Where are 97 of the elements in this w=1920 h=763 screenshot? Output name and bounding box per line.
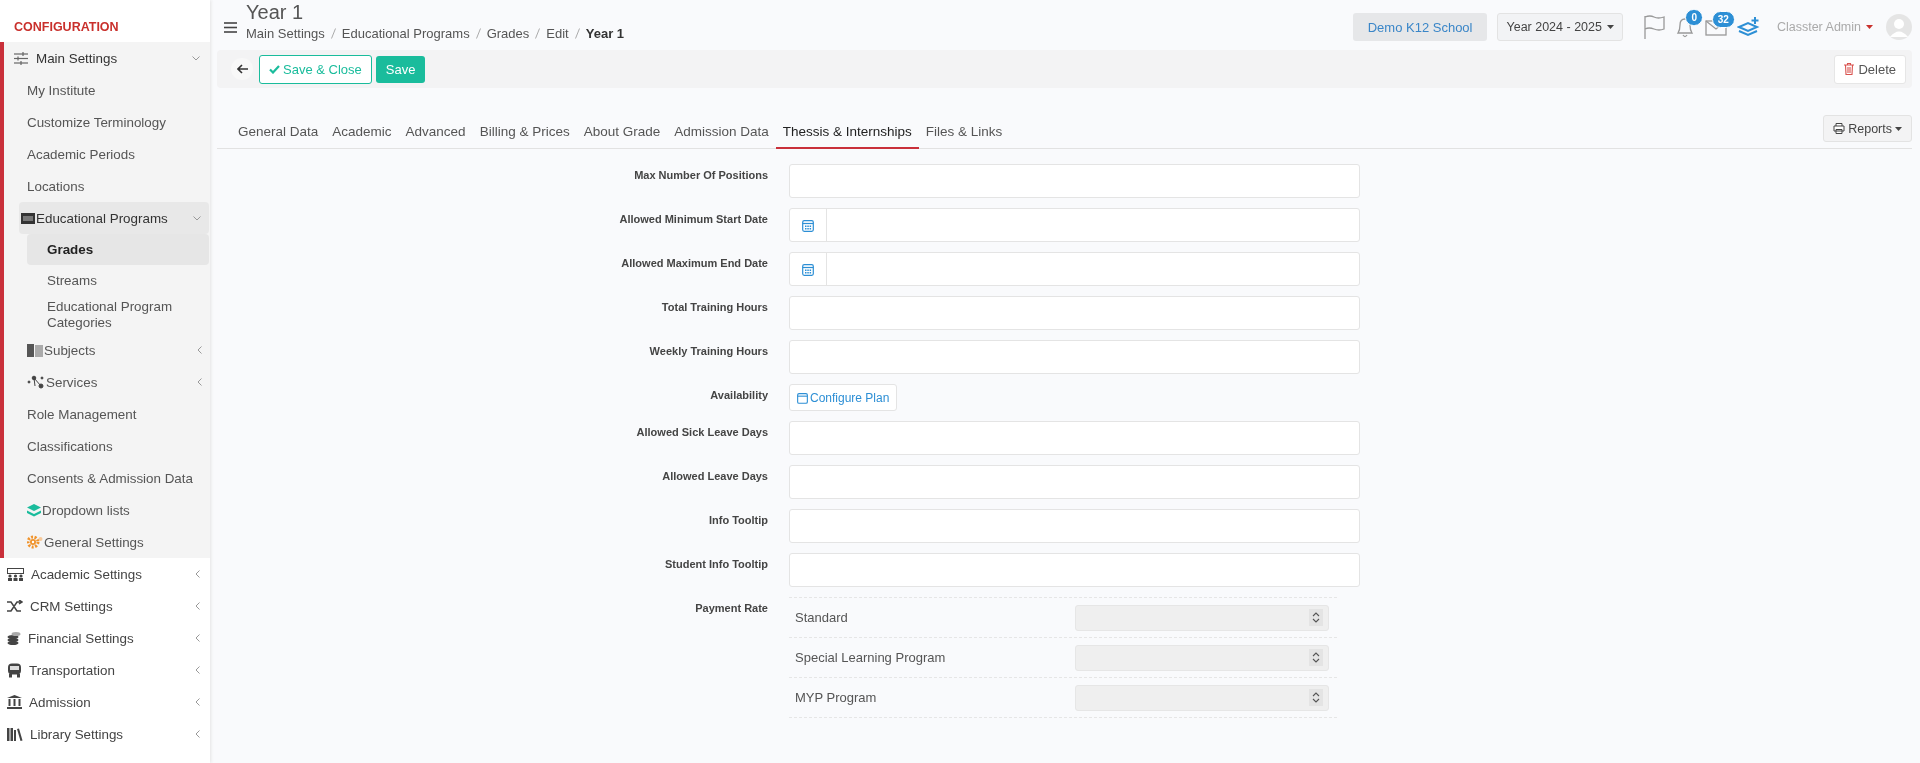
breadcrumb-separator-icon: [330, 28, 336, 39]
calendar-icon: [802, 262, 814, 276]
breadcrumb-separator-icon: [574, 28, 580, 39]
layers-plus-icon[interactable]: [1736, 16, 1761, 38]
rate-label: Standard: [795, 610, 849, 625]
calendar-icon: [802, 218, 814, 232]
sidebar-item[interactable]: Educational Programs: [19, 202, 209, 234]
sidebar-item[interactable]: Main Settings: [4, 42, 210, 74]
sidebar-item[interactable]: CRM Settings: [0, 590, 210, 622]
sidebar-item[interactable]: Locations: [4, 170, 210, 202]
gear-icon: [27, 535, 43, 549]
rate-label: MYP Program: [795, 690, 878, 705]
delete-button[interactable]: Delete: [1834, 54, 1906, 84]
tab[interactable]: Admission Data: [667, 115, 776, 149]
field-label: Payment Rate: [694, 601, 768, 616]
input-field[interactable]: [789, 164, 1360, 198]
breadcrumb-item[interactable]: Grades: [486, 26, 530, 41]
sidebar-item[interactable]: General Settings: [4, 526, 210, 558]
bank-icon: [7, 695, 22, 709]
book-icon: [27, 343, 43, 357]
sidebar-item[interactable]: Admission: [0, 686, 210, 718]
tab[interactable]: General Data: [231, 115, 326, 149]
sidebar-item[interactable]: Dropdown lists: [4, 494, 210, 526]
sidebar-item[interactable]: Grades: [27, 234, 209, 265]
printer-icon: [1833, 123, 1846, 134]
trash-icon: [1844, 63, 1855, 75]
sidebar-item[interactable]: Subjects: [4, 334, 210, 366]
bus-icon: [7, 662, 22, 678]
sidebar-item[interactable]: Consents & Admission Data: [4, 462, 210, 494]
field-label: Allowed Leave Days: [661, 469, 768, 484]
avatar-icon[interactable]: [1886, 14, 1912, 40]
field-label: Total Training Hours: [660, 300, 768, 315]
reports-button[interactable]: Reports: [1823, 115, 1912, 142]
tab[interactable]: Advanced: [398, 115, 473, 149]
field-label: Max Number Of Positions: [633, 168, 768, 183]
books-icon: [7, 727, 23, 741]
date-field[interactable]: [789, 208, 1360, 242]
caret-icon: [1606, 25, 1614, 29]
sidebar-item[interactable]: Educational Program Categories: [27, 296, 209, 334]
field-label: Weekly Training Hours: [648, 344, 768, 359]
year-select[interactable]: Year 2024 - 2025: [1497, 13, 1623, 41]
input-field[interactable]: [789, 465, 1360, 499]
calendar-icon: [797, 391, 808, 404]
field-label: Allowed Maximum End Date: [620, 256, 768, 271]
shuffle-icon: [7, 599, 23, 613]
film-icon: [21, 212, 35, 224]
field-label: Availability: [709, 388, 768, 403]
breadcrumb-separator-icon: [475, 28, 481, 39]
people-icon: [7, 567, 24, 581]
input-field[interactable]: [789, 553, 1360, 587]
field-label: Allowed Minimum Start Date: [618, 212, 768, 227]
menu-icon[interactable]: [224, 22, 237, 33]
field-label: Allowed Sick Leave Days: [635, 425, 768, 440]
tab[interactable]: Files & Links: [918, 115, 1010, 149]
sidebar-item[interactable]: My Institute: [4, 74, 210, 106]
sidebar-item[interactable]: Customize Terminology: [4, 106, 210, 138]
input-field[interactable]: [789, 296, 1360, 330]
tab[interactable]: About Grade: [576, 115, 668, 149]
caret-icon: [1895, 126, 1902, 131]
date-field[interactable]: [789, 252, 1360, 286]
input-field[interactable]: [789, 421, 1360, 455]
breadcrumb-item[interactable]: Main Settings: [246, 26, 325, 41]
coins-icon: [7, 631, 21, 645]
back-button[interactable]: [231, 58, 253, 80]
breadcrumb-item[interactable]: Educational Programs: [341, 26, 470, 41]
sidebar-item[interactable]: Academic Settings: [0, 558, 210, 590]
sidebar-item[interactable]: Financial Settings: [0, 622, 210, 654]
sidebar-item[interactable]: Classifications: [4, 430, 210, 462]
input-field[interactable]: [789, 509, 1360, 543]
sidebar-item[interactable]: Role Management: [4, 398, 210, 430]
field-label: Info Tooltip: [707, 513, 768, 528]
caret-icon: [1866, 25, 1873, 29]
message-badge: 32: [1711, 11, 1735, 28]
sidebar-item[interactable]: Transportation: [0, 654, 210, 686]
tab[interactable]: Academic: [325, 115, 399, 149]
notification-badge: 0: [1685, 9, 1703, 26]
sliders-icon: [13, 51, 29, 65]
breadcrumb-item: Year 1: [585, 26, 625, 41]
breadcrumb-item[interactable]: Edit: [546, 26, 569, 41]
check-icon: [269, 64, 280, 74]
page-title: Year 1: [246, 1, 305, 24]
rate-label: Special Learning Program: [795, 650, 947, 665]
sidebar-item[interactable]: Library Settings: [0, 718, 210, 750]
breadcrumb-separator-icon: [535, 28, 541, 39]
tab[interactable]: Billing & Prices: [472, 115, 577, 149]
input-field[interactable]: [789, 340, 1360, 374]
sidebar-heading: CONFIGURATION: [13, 19, 120, 36]
sidebar-item[interactable]: Streams: [27, 265, 209, 296]
field-label: Student Info Tooltip: [663, 557, 768, 572]
network-icon: [27, 375, 45, 389]
tab[interactable]: Thessis & Internships: [775, 115, 919, 149]
configure-plan-button[interactable]: Configure Plan: [789, 384, 898, 411]
sidebar-item[interactable]: Academic Periods: [4, 138, 210, 170]
back-arrow-icon: [236, 64, 248, 74]
sidebar-item[interactable]: Services: [4, 366, 210, 398]
stack-icon: [27, 503, 41, 517]
flag-icon[interactable]: [1642, 15, 1665, 39]
